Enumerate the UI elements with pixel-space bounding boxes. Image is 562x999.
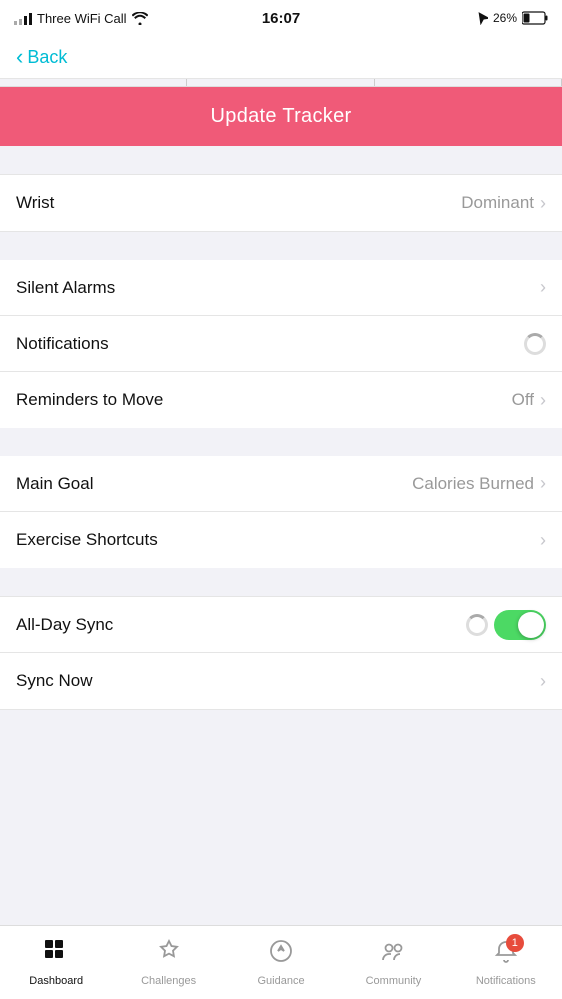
notifications-spinner-icon [524,333,546,355]
spacer-1 [0,146,562,174]
spacer-3 [0,428,562,456]
back-button[interactable]: ‹ Back [16,46,67,68]
spacer-4 [0,568,562,596]
status-right: 26% [476,11,548,25]
reminders-to-move-right: Off › [512,390,546,411]
community-icon [380,938,406,971]
all-day-sync-right [466,610,546,640]
back-label: Back [27,47,67,68]
wifi-icon [132,12,148,25]
wrist-value: Dominant [461,193,534,213]
carrier-label: Three WiFi Call [37,11,127,26]
update-tracker-button[interactable]: Update Tracker [0,87,562,146]
bottom-spacer [0,710,562,790]
all-day-sync-spinner-icon [466,614,488,636]
toggle-track [494,610,546,640]
exercise-shortcuts-row[interactable]: Exercise Shortcuts › [0,512,562,568]
tab-label-guidance: Guidance [257,975,304,987]
tab-label-community: Community [366,975,422,987]
nav-header: ‹ Back [0,36,562,79]
top-tab-strip [0,79,562,87]
wrist-section: Wrist Dominant › [0,174,562,232]
spacer-2 [0,232,562,260]
all-day-sync-label: All-Day Sync [16,615,113,635]
exercise-shortcuts-right: › [540,530,546,551]
sync-section: All-Day Sync Sync Now › [0,596,562,710]
notifications-badge: 1 [506,934,524,952]
battery-label: 26% [493,11,517,25]
reminders-to-move-chevron-icon: › [540,390,546,411]
silent-alarms-row[interactable]: Silent Alarms › [0,260,562,316]
tab-item-dashboard[interactable]: Dashboard [0,926,112,999]
main-goal-row[interactable]: Main Goal Calories Burned › [0,456,562,512]
challenges-icon [156,938,182,971]
all-day-sync-toggle[interactable] [494,610,546,640]
tab-item-guidance[interactable]: Guidance [225,926,337,999]
silent-alarms-right: › [540,277,546,298]
reminders-to-move-row[interactable]: Reminders to Move Off › [0,372,562,428]
tab-item-community[interactable]: Community [337,926,449,999]
sync-now-chevron-icon: › [540,671,546,692]
wrist-label: Wrist [16,193,54,213]
location-icon [476,11,488,25]
reminders-to-move-value: Off [512,390,534,410]
status-bar: Three WiFi Call 16:07 26% [0,0,562,36]
main-goal-label: Main Goal [16,474,93,494]
notifications-label: Notifications [16,334,109,354]
settings-section-2: Main Goal Calories Burned › Exercise Sho… [0,456,562,568]
notifications-row[interactable]: Notifications [0,316,562,372]
tab-item-notifications[interactable]: 1 Notifications [450,926,562,999]
sync-now-row[interactable]: Sync Now › [0,653,562,709]
status-time: 16:07 [262,10,300,27]
guidance-icon [268,938,294,971]
back-chevron-icon: ‹ [16,46,23,68]
toggle-thumb [518,612,544,638]
exercise-shortcuts-chevron-icon: › [540,530,546,551]
tab-item-challenges[interactable]: Challenges [112,926,224,999]
sync-now-right: › [540,671,546,692]
notifications-right [524,333,546,355]
silent-alarms-chevron-icon: › [540,277,546,298]
signal-icon [14,11,32,25]
wrist-value-group: Dominant › [461,193,546,214]
all-day-sync-row[interactable]: All-Day Sync [0,597,562,653]
main-goal-chevron-icon: › [540,473,546,494]
tab-label-challenges: Challenges [141,975,196,987]
wrist-row[interactable]: Wrist Dominant › [0,175,562,231]
top-tab-divider-2 [187,79,374,86]
silent-alarms-label: Silent Alarms [16,278,115,298]
settings-section-1: Silent Alarms › Notifications Reminders … [0,260,562,428]
main-goal-value: Calories Burned [412,474,534,494]
tab-bar: Dashboard Challenges Guidance [0,925,562,999]
wrist-chevron-icon: › [540,193,546,214]
reminders-to-move-label: Reminders to Move [16,390,163,410]
main-goal-right: Calories Burned › [412,473,546,494]
dashboard-icon [43,938,69,971]
tab-label-dashboard: Dashboard [29,975,83,987]
status-left: Three WiFi Call [14,11,148,26]
tab-label-notifications: Notifications [476,975,536,987]
top-tab-divider-1 [0,79,187,86]
sync-now-label: Sync Now [16,671,93,691]
exercise-shortcuts-label: Exercise Shortcuts [16,530,158,550]
battery-icon [522,11,548,25]
top-tab-divider-3 [375,79,562,86]
